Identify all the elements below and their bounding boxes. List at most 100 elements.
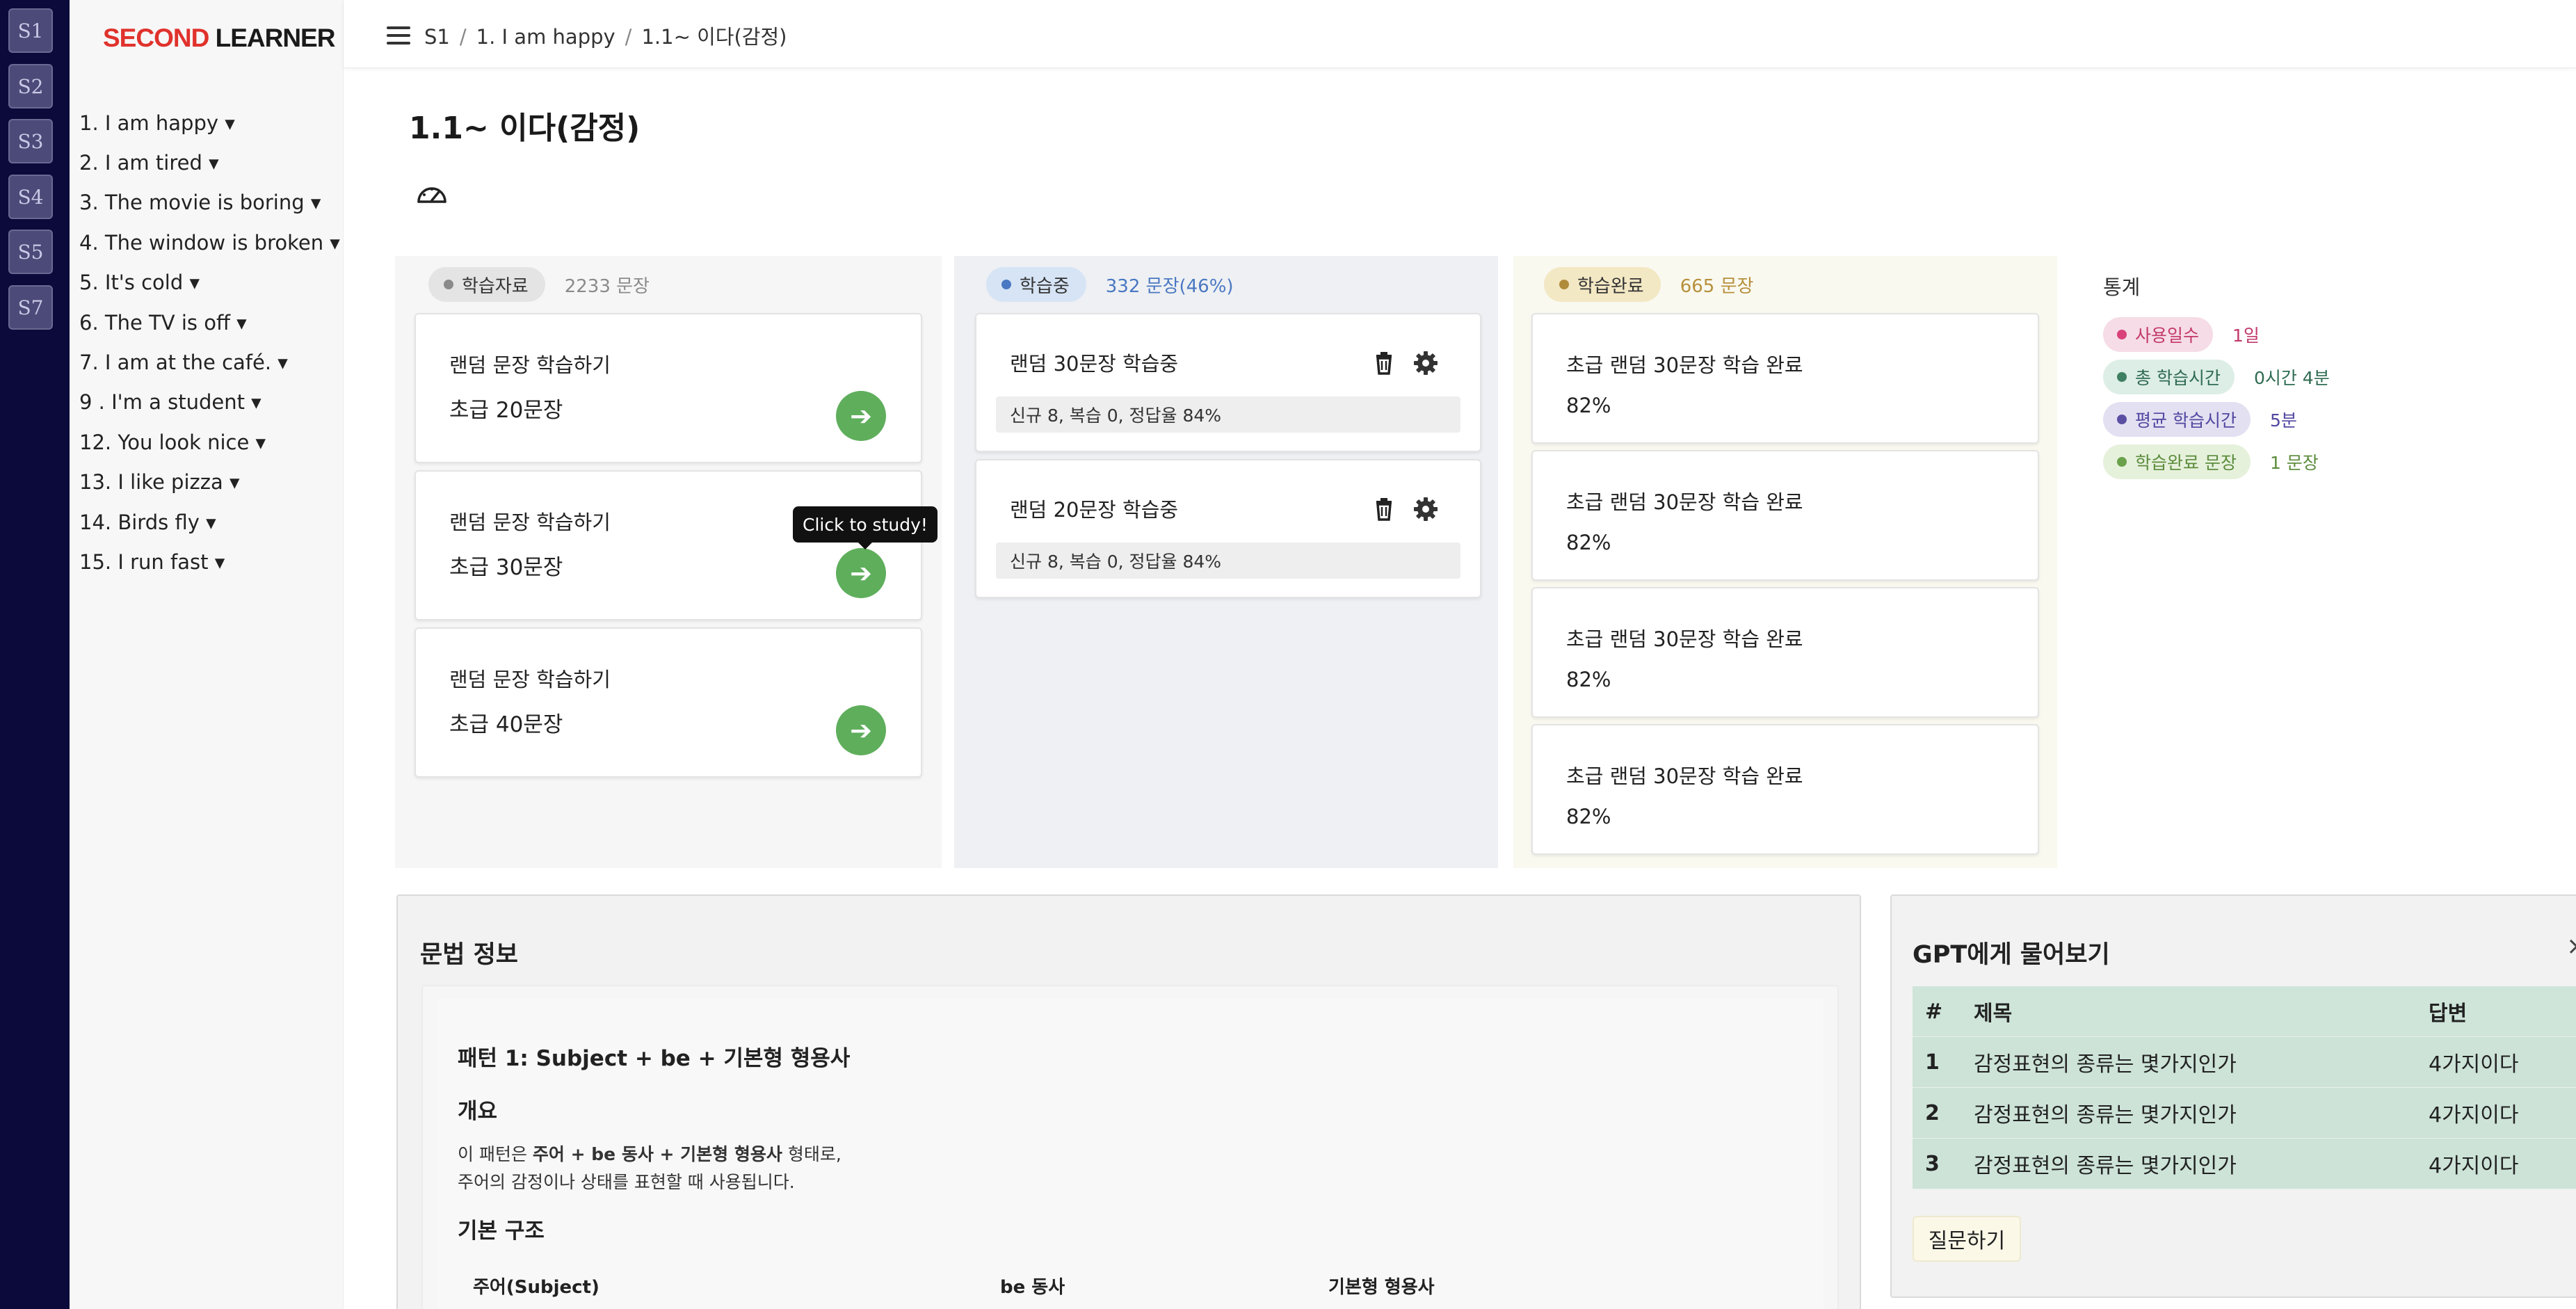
rail-button-s3[interactable]: S3 (8, 119, 53, 163)
start-arrow-icon[interactable]: ➔ (836, 548, 886, 598)
gear-icon[interactable] (1412, 349, 1440, 377)
sidebar-item-lesson-2[interactable]: 2. I am tired ▾ (79, 143, 340, 182)
lesson-list: 1. I am happy ▾ 2. I am tired ▾ 3. The m… (79, 103, 340, 582)
dashboard-gauge-icon[interactable] (416, 181, 448, 206)
pattern-heading: 패턴 1: Subject + be + 기본형 형용사 (458, 1046, 851, 1071)
row-title: 감정표현의 종류는 몇가지인가 (1974, 1103, 2237, 1127)
status-label: 학습자료 (462, 275, 529, 297)
sidebar-item-lesson-5[interactable]: 5. It's cold ▾ (79, 263, 340, 303)
rail-button-s2[interactable]: S2 (8, 64, 53, 109)
breadcrumb-separator: / (459, 25, 467, 49)
column-header: 학습완료 665 문장 (1544, 267, 1753, 302)
trash-icon[interactable] (1370, 349, 1398, 377)
table-header-row: # 제목 답변 (1913, 986, 2576, 1037)
app-logo[interactable]: SECOND LEARNER (103, 24, 335, 53)
stat-days-used: 사용일수 1일 (2103, 317, 2260, 352)
breadcrumb-item-section[interactable]: S1 (424, 25, 450, 49)
stat-label-pill: 사용일수 (2103, 317, 2214, 352)
stat-value: 1 문장 (2269, 453, 2319, 473)
start-arrow-icon[interactable]: ➔ (836, 705, 886, 755)
gpt-panel-title: GPT에게 물어보기 (1913, 941, 2110, 969)
row-answer: 4가지이다 (2429, 1052, 2519, 1077)
row-title: 감정표현의 종류는 몇가지인가 (1974, 1154, 2237, 1178)
card-score: 82% (1566, 531, 1611, 554)
row-number: 3 (1925, 1151, 1940, 1176)
text-run: 이 패턴은 (458, 1144, 533, 1164)
overview-line-1: 이 패턴은 주어 + be 동사 + 기본형 형용사 형태로, (458, 1141, 842, 1166)
row-title: 감정표현의 종류는 몇가지인가 (1974, 1052, 2237, 1077)
completed-card[interactable]: 초급 랜덤 30문장 학습 완료 82% (1531, 587, 2039, 718)
status-dot (444, 280, 453, 289)
ask-question-button[interactable]: 질문하기 (1913, 1216, 2021, 1262)
table-row[interactable]: 1 감정표현의 종류는 몇가지인가 4가지이다 (1913, 1037, 2576, 1088)
table-row[interactable]: 3 감정표현의 종류는 몇가지인가 4가지이다 (1913, 1139, 2576, 1189)
rail-button-s4[interactable]: S4 (8, 175, 53, 219)
overview-line-2: 주어의 감정이나 상태를 표현할 때 사용됩니다. (458, 1172, 795, 1192)
card-title: 초급 랜덤 30문장 학습 완료 (1566, 353, 1803, 377)
stat-label-pill: 총 학습시간 (2103, 360, 2235, 394)
stat-average-time: 평균 학습시간 5분 (2103, 402, 2297, 437)
column-count: 2233 문장 (564, 275, 650, 297)
status-label: 학습완료 (1577, 275, 1644, 297)
sidebar-item-lesson-1[interactable]: 1. I am happy ▾ (79, 103, 340, 143)
card-title: 랜덤 문장 학습하기 (449, 511, 611, 534)
start-arrow-icon[interactable]: ➔ (836, 391, 886, 441)
sidebar-item-lesson-6[interactable]: 6. The TV is off ▾ (79, 303, 340, 342)
sidebar-item-lesson-15[interactable]: 15. I run fast ▾ (79, 542, 340, 581)
row-number: 2 (1925, 1100, 1940, 1125)
card-score: 82% (1566, 668, 1611, 691)
trash-icon[interactable] (1370, 495, 1398, 523)
rail-button-s7[interactable]: S7 (8, 285, 53, 330)
study-tooltip: Click to study! (793, 506, 937, 549)
menu-icon[interactable] (387, 26, 410, 45)
card-title: 랜덤 문장 학습하기 (449, 353, 611, 377)
progress-summary: 신규 8, 복습 0, 정답율 84% (996, 543, 1460, 579)
card-subtitle: 초급 30문장 (449, 555, 563, 580)
text-run: 형태로, (782, 1144, 842, 1164)
row-number: 1 (1925, 1050, 1940, 1075)
card-title: 랜덤 문장 학습하기 (449, 668, 611, 691)
section-rail: S1 S2 S3 S4 S5 S7 (0, 0, 70, 1309)
sidebar-item-lesson-12[interactable]: 12. You look nice ▾ (79, 422, 340, 462)
rail-button-s5[interactable]: S5 (8, 230, 53, 274)
row-answer: 4가지이다 (2429, 1103, 2519, 1127)
page-title: 1.1~ 이다(감정) (409, 111, 641, 146)
completed-card[interactable]: 초급 랜덤 30문장 학습 완료 82% (1531, 313, 2039, 444)
column-header: 학습중 332 문장(46%) (986, 267, 1234, 302)
gear-icon[interactable] (1412, 495, 1440, 523)
stat-value: 5분 (2269, 410, 2297, 431)
sidebar-item-lesson-13[interactable]: 13. I like pizza ▾ (79, 463, 340, 502)
grammar-title: 문법 정보 (420, 941, 518, 969)
in-progress-card[interactable]: 랜덤 30문장 학습중 신규 8, 복습 0, 정답율 84% (975, 313, 1481, 452)
sidebar-item-lesson-9[interactable]: 9 . I'm a student ▾ (79, 383, 340, 422)
stat-label: 총 학습시간 (2135, 368, 2221, 388)
stat-completed-sentences: 학습완료 문장 1 문장 (2103, 444, 2319, 479)
close-icon[interactable]: × (2566, 932, 2576, 961)
card-score: 82% (1566, 394, 1611, 417)
completed-card[interactable]: 초급 랜덤 30문장 학습 완료 82% (1531, 450, 2039, 581)
completed-card[interactable]: 초급 랜덤 30문장 학습 완료 82% (1531, 724, 2039, 855)
card-title: 랜덤 30문장 학습중 (1010, 352, 1179, 376)
sidebar-item-lesson-14[interactable]: 14. Birds fly ▾ (79, 502, 340, 542)
stat-label-pill: 평균 학습시간 (2103, 402, 2251, 437)
stat-label: 학습완료 문장 (2135, 453, 2237, 473)
in-progress-card[interactable]: 랜덤 20문장 학습중 신규 8, 복습 0, 정답율 84% (975, 459, 1481, 598)
sidebar-item-lesson-7[interactable]: 7. I am at the café. ▾ (79, 342, 340, 382)
table-header-subject: 주어(Subject) (473, 1277, 599, 1298)
status-dot (1001, 280, 1011, 289)
column-header-answer: 답변 (2429, 1002, 2468, 1026)
table-header-adjective: 기본형 형용사 (1328, 1277, 1435, 1298)
stat-total-time: 총 학습시간 0시간 4분 (2103, 360, 2330, 394)
sidebar-item-lesson-4[interactable]: 4. The window is broken ▾ (79, 223, 340, 262)
status-badge-materials: 학습자료 (428, 267, 545, 302)
column-completed: 학습완료 665 문장 초급 랜덤 30문장 학습 완료 82% 초급 랜덤 3… (1513, 256, 2057, 868)
study-card[interactable]: 랜덤 문장 학습하기 초급 20문장 ➔ (414, 313, 922, 463)
card-title: 초급 랜덤 30문장 학습 완료 (1566, 764, 1803, 788)
breadcrumb-item-lesson[interactable]: 1. I am happy (476, 25, 615, 49)
top-bar: S1 / 1. I am happy / 1.1~ 이다(감정) (344, 0, 2576, 68)
rail-button-s1[interactable]: S1 (8, 8, 53, 53)
sidebar-item-lesson-3[interactable]: 3. The movie is boring ▾ (79, 183, 340, 223)
table-row[interactable]: 2 감정표현의 종류는 몇가지인가 4가지이다 (1913, 1088, 2576, 1139)
study-card[interactable]: 랜덤 문장 학습하기 초급 40문장 ➔ (414, 627, 922, 778)
study-card[interactable]: 랜덤 문장 학습하기 초급 30문장 ➔ (414, 470, 922, 620)
